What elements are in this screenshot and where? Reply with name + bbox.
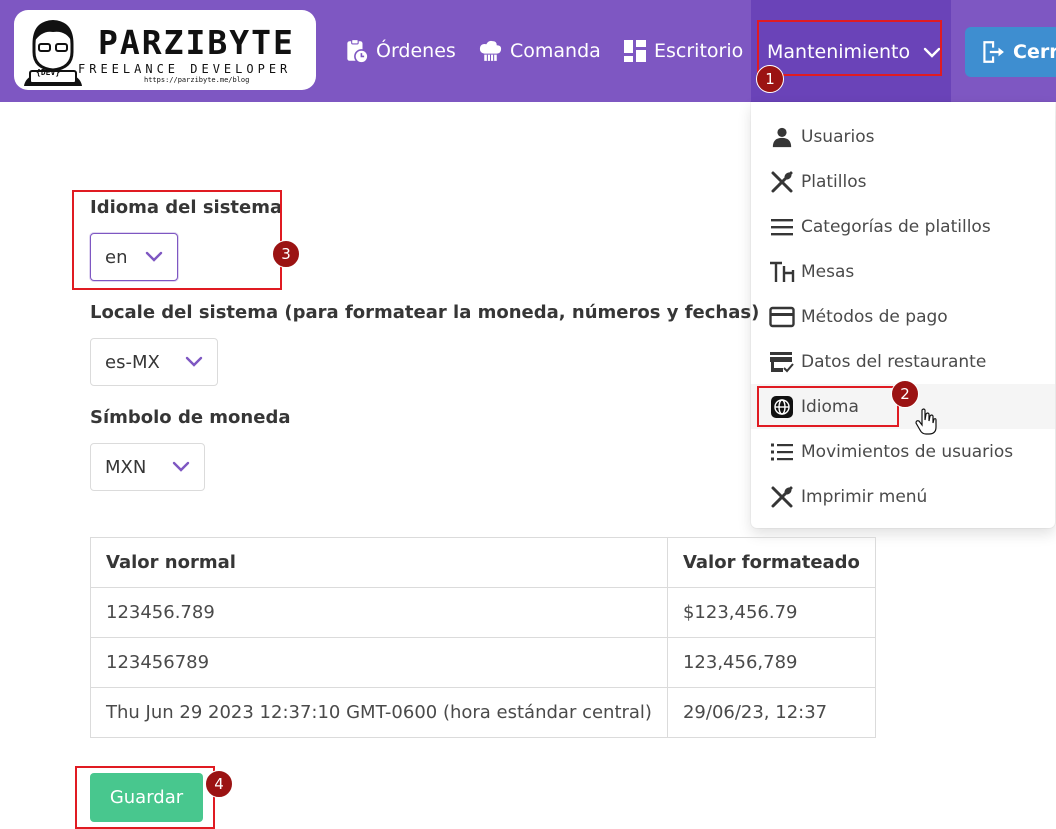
credit-card-icon [768,303,795,330]
step-badge-1: 1 [756,65,784,93]
nav-item-label: Escritorio [654,40,744,62]
table-header-row: Valor normal Valor formateado [90,537,876,588]
user-icon [768,123,795,150]
utensils-icon [768,168,795,195]
lines-icon [768,213,795,240]
menu-item-datos-restaurante[interactable]: Datos del restaurante [751,339,1055,384]
table-chairs-icon [768,258,795,285]
locale-value: es-MX [105,351,160,373]
chevron-down-icon [172,461,190,472]
logo-badge: {DEV} [36,68,61,77]
table-cell: $123,456.79 [666,587,876,638]
dashboard-icon [624,40,646,62]
clipboard-clock-icon [347,39,369,64]
menu-item-label: Imprimir menú [801,486,928,507]
list-icon [768,438,795,465]
menu-item-imprimir-menu[interactable]: Imprimir menú [751,474,1055,519]
logo-url: https://parzibyte.me/blog [144,76,250,84]
table-cell: 123456789 [90,637,668,688]
logout-button[interactable]: Cerra [965,27,1056,77]
chevron-down-icon [185,356,203,367]
hand-pointer-icon [915,408,937,435]
table-row: 123456.789 $123,456.79 [90,587,876,638]
menu-item-label: Movimientos de usuarios [801,441,1014,462]
table-row: 123456789 123,456,789 [90,637,876,688]
step-badge-3: 3 [272,240,300,268]
table-row: Thu Jun 29 2023 12:37:10 GMT-0600 (hora … [90,687,876,738]
locale-select[interactable]: es-MX [90,338,218,386]
logo-tagline: FREELANCE DEVELOPER [78,62,292,76]
currency-select[interactable]: MXN [90,443,205,491]
menu-item-mesas[interactable]: Mesas [751,249,1055,294]
table-cell: 123456.789 [90,587,668,638]
store-check-icon [768,348,795,375]
maintenance-dropdown: Usuarios Platillos Categorías de platill… [751,102,1055,528]
menu-item-categorias[interactable]: Categorías de platillos [751,204,1055,249]
menu-item-label: Datos del restaurante [801,351,987,372]
brand-logo[interactable]: {DEV} PARZIBYTE FREELANCE DEVELOPER http… [14,10,316,90]
highlight-box-idioma [757,386,899,427]
step-badge-2: 2 [891,380,919,408]
nav-item-escritorio[interactable]: Escritorio [623,0,743,102]
highlight-box-language [72,190,282,290]
highlight-box-maintenance [757,20,942,76]
menu-item-platillos[interactable]: Platillos [751,159,1055,204]
menu-item-usuarios[interactable]: Usuarios [751,114,1055,159]
utensils-icon [768,483,795,510]
table-cell: Thu Jun 29 2023 12:37:10 GMT-0600 (hora … [90,687,668,738]
nav-item-label: Comanda [510,40,601,62]
logout-icon [983,41,1004,63]
column-header: Valor normal [90,537,668,588]
currency-label: Símbolo de moneda [90,407,291,428]
menu-item-label: Usuarios [801,126,875,147]
menu-item-label: Mesas [801,261,855,282]
locale-label: Locale del sistema (para formatear la mo… [90,302,760,323]
menu-item-label: Categorías de platillos [801,216,991,237]
highlight-box-save [75,766,215,829]
nav-item-label: Órdenes [376,40,456,62]
menu-item-metodos-pago[interactable]: Métodos de pago [751,294,1055,339]
nav-item-ordenes[interactable]: Órdenes [343,0,456,102]
column-header: Valor formateado [666,537,876,588]
menu-item-movimientos[interactable]: Movimientos de usuarios [751,429,1055,474]
table-cell: 123,456,789 [666,637,876,688]
chef-hat-icon [479,40,502,61]
currency-value: MXN [105,456,147,478]
menu-item-label: Platillos [801,171,867,192]
nav-item-comanda[interactable]: Comanda [478,0,601,102]
logout-label: Cerra [1013,41,1056,63]
menu-item-label: Métodos de pago [801,306,948,327]
format-preview-table: Valor normal Valor formateado 123456.789… [90,537,876,738]
logo-brand: PARZIBYTE [98,23,295,62]
table-cell: 29/06/23, 12:37 [666,687,876,738]
step-badge-4: 4 [205,770,233,798]
